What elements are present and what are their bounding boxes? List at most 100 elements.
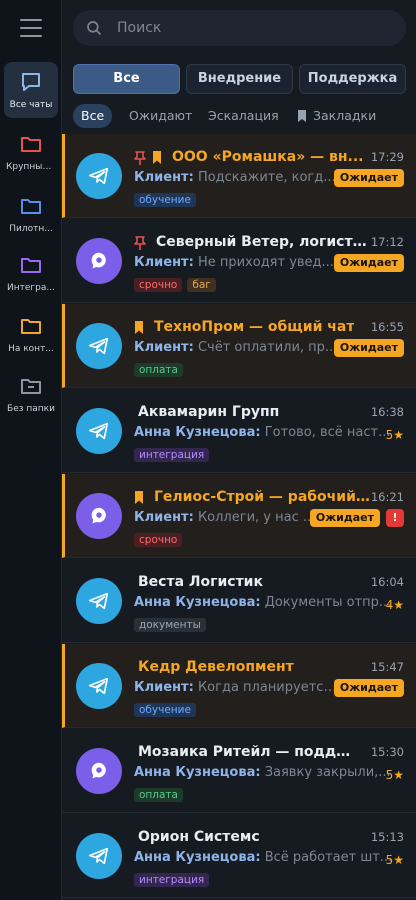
status-badge: Ожидает [333, 254, 404, 272]
filter-all[interactable]: Все [73, 104, 113, 128]
chat-badges: 5★ [386, 849, 404, 867]
chat-tags: обучение [134, 703, 201, 717]
chat-sender: Анна Кузнецова: [134, 425, 261, 440]
chat-message: Не приходят увед... [197, 255, 334, 270]
chat-avatar [76, 663, 122, 709]
rating-badge: 5★ [385, 853, 404, 867]
status-filters: Все Ожидают Эскалация Закладки [73, 104, 406, 128]
chat-row[interactable]: Орион Системс 15:13 Анна Кузнецова: Всё … [62, 814, 416, 898]
chat-preview: Анна Кузнецова: Документы отпр... [134, 595, 404, 613]
pin-icon [134, 236, 146, 251]
alert-badge: ! [386, 509, 404, 527]
rating-badge: 5★ [385, 428, 404, 442]
chat-row[interactable]: Веста Логистик 16:04 Анна Кузнецова: Док… [62, 559, 416, 643]
chat-title: Орион Системс [138, 829, 260, 845]
sidebar-item-pilot[interactable]: Пилотн... [4, 186, 58, 242]
chat-title-row: Северный Ветер, логистика [134, 234, 404, 252]
tab-implementation[interactable]: Внедрение [186, 64, 293, 94]
chat-badges: Ожидает [333, 339, 404, 357]
chat-row[interactable]: Аквамарин Групп 16:38 Анна Кузнецова: Го… [62, 389, 416, 473]
chat-title-row: Аквамарин Групп [134, 404, 404, 422]
chat-preview: Анна Кузнецова: Готово, всё наст... [134, 425, 404, 443]
chat-sender: Анна Кузнецова: [134, 850, 261, 865]
chat-sender: Клиент: [134, 170, 194, 185]
filter-waiting[interactable]: Ожидают [121, 104, 200, 128]
chat-tags: интеграция [134, 873, 214, 887]
tab-all[interactable]: Все [73, 64, 180, 94]
tag: документы [134, 618, 206, 632]
chat-tags: срочно [134, 533, 187, 547]
telegram-icon [89, 167, 109, 185]
chat-title: ТехноПром — общий чат [154, 319, 355, 335]
chat-title: Веста Логистик [138, 574, 263, 590]
tag: оплата [134, 788, 183, 802]
tab-support[interactable]: Поддержка [299, 64, 406, 94]
sidebar-item-no-folder[interactable]: Без папки [4, 366, 58, 422]
chat-list: ООО «Ромашка» — вн... 17:29 Клиент: Подс… [62, 134, 416, 900]
folder-icon [21, 199, 41, 214]
bookmark-icon [135, 491, 143, 504]
chat-row[interactable]: ООО «Ромашка» — вн... 17:29 Клиент: Подс… [62, 134, 416, 218]
folder-icon [21, 137, 41, 152]
chat-title: Аквамарин Групп [138, 404, 280, 420]
chat-time: 16:38 [370, 405, 404, 419]
chat-sender: Анна Кузнецова: [134, 595, 261, 610]
chat-row[interactable]: Гелиос-Строй — рабочий ... 16:21 Клиент:… [62, 474, 416, 558]
telegram-icon [89, 677, 109, 695]
chat-sender: Клиент: [134, 680, 194, 695]
telegram-icon [89, 337, 109, 355]
chat-message: Коллеги, у нас ... [197, 510, 316, 525]
chat-message: Готово, всё наст... [264, 425, 391, 440]
chat-sender: Анна Кузнецова: [134, 765, 261, 780]
bookmark-icon [298, 110, 306, 122]
sidebar-item-label: На конт... [8, 344, 54, 354]
telegram-icon [89, 847, 109, 865]
chat-row[interactable]: ТехноПром — общий чат 16:55 Клиент: Счёт… [62, 304, 416, 388]
chat-tags: оплата [134, 788, 188, 802]
chat-title: Мозаика Ритейл — поддержка [138, 744, 358, 760]
chat-preview: Анна Кузнецова: Всё работает шт... [134, 850, 404, 868]
sidebar-item-label: Пилотн... [9, 224, 53, 234]
chat-time: 16:21 [370, 490, 404, 504]
chat-avatar [76, 153, 122, 199]
rating-badge: 4★ [385, 598, 404, 612]
sidebar-item-on-control[interactable]: На конт... [4, 306, 58, 362]
sidebar-item-large-clients[interactable]: Крупные... [4, 124, 58, 180]
search-bar[interactable] [73, 10, 406, 46]
sidebar-item-all-chats[interactable]: Все чаты [4, 62, 58, 118]
chat-flags [134, 149, 168, 168]
chat-title: Кедр Девелопмент [138, 659, 294, 675]
chat-badges: 5★ [386, 424, 404, 442]
chat-time: 15:30 [370, 745, 404, 759]
filter-escalation[interactable]: Эскалация [200, 104, 287, 128]
chat-message: Когда планируется... [197, 680, 338, 695]
tag: обучение [134, 703, 196, 717]
chat-sender: Клиент: [134, 340, 194, 355]
chat-row[interactable]: Мозаика Ритейл — поддержка 15:30 Анна Ку… [62, 729, 416, 813]
chat-row[interactable]: Северный Ветер, логистика 17:12 Клиент: … [62, 219, 416, 303]
category-tabs: Все Внедрение Поддержка [73, 64, 406, 94]
chat-flags [134, 319, 150, 338]
search-input[interactable] [117, 10, 387, 46]
folder-minus-icon [21, 379, 41, 394]
chat-badges: 4★ [386, 594, 404, 612]
chat-message: Всё работает шт... [264, 850, 393, 865]
rating-badge: 5★ [385, 768, 404, 782]
chat-tags: оплата [134, 363, 188, 377]
chat-tags: обучение [134, 193, 201, 207]
chat-title-row: ООО «Ромашка» — вн... [134, 149, 404, 167]
chat-row[interactable]: Кедр Девелопмент 15:47 Клиент: Когда пла… [62, 644, 416, 728]
filter-bookmarks[interactable]: Закладки [289, 104, 384, 128]
sidebar-item-label: Без папки [7, 404, 55, 414]
status-badge: Ожидает [309, 509, 380, 527]
chat-title-row: Кедр Девелопмент [134, 659, 404, 677]
status-badge: Ожидает [333, 339, 404, 357]
chat-badges: Ожидает [333, 679, 404, 697]
tag: интеграция [134, 448, 210, 462]
chat-tags: документы [134, 618, 211, 632]
menu-icon[interactable] [20, 19, 42, 37]
chat-title-row: Гелиос-Строй — рабочий ... [134, 489, 404, 507]
sidebar-item-integration[interactable]: Интегра... [4, 245, 58, 301]
chat-message: Заявку закрыли,... [264, 765, 391, 780]
chat-title-row: Веста Логистик [134, 574, 404, 592]
